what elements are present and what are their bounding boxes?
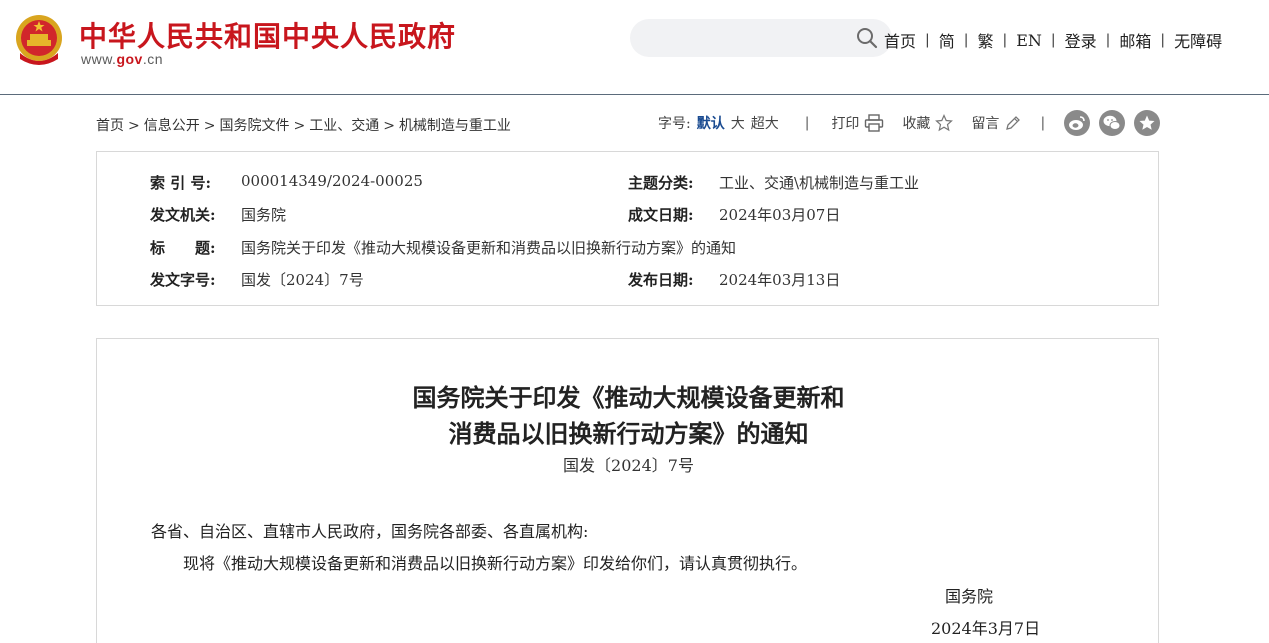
- nav-english[interactable]: EN: [1016, 31, 1042, 50]
- search-box: [630, 19, 892, 57]
- topic-value: 工业、交通\机械制造与重工业: [719, 174, 920, 192]
- top-nav: 首页 | 简 | 繁 | EN | 登录 | 邮箱 | 无障碍: [884, 28, 1222, 52]
- document-meta: 索 引 号: 000014349/2024-00025 主题分类: 工业、交通\…: [96, 151, 1159, 306]
- publish-date-label: 发布日期:: [628, 271, 694, 289]
- font-size-large[interactable]: 大: [731, 113, 745, 133]
- breadcrumb-info[interactable]: 信息公开: [144, 118, 200, 134]
- salutation: 各省、自治区、直辖市人民政府，国务院各部委、各直属机构:: [151, 522, 589, 541]
- site-title[interactable]: 中华人民共和国中央人民政府: [79, 15, 456, 55]
- site-header: 中华人民共和国中央人民政府 www.gov.cn 首页 | 简 | 繁 | EN…: [0, 0, 1269, 95]
- search-icon[interactable]: [856, 27, 878, 49]
- signer: 国务院: [945, 587, 994, 606]
- breadcrumb: 首页 > 信息公开 > 国务院文件 > 工业、交通 > 机械制造与重工业: [96, 115, 511, 135]
- topic-label: 主题分类:: [628, 174, 694, 192]
- favorite-button[interactable]: 收藏: [902, 113, 954, 133]
- comment-label: 留言: [971, 116, 1000, 132]
- nav-home[interactable]: 首页: [884, 28, 916, 52]
- font-size-xlarge[interactable]: 超大: [751, 113, 779, 133]
- nav-separator: |: [1105, 32, 1111, 48]
- publish-date-value: 2024年03月13日: [719, 271, 841, 289]
- breadcrumb-separator: >: [203, 118, 216, 134]
- breadcrumb-separator: >: [383, 118, 395, 134]
- title-label: 标 题:: [150, 239, 216, 257]
- nav-traditional[interactable]: 繁: [977, 28, 993, 52]
- national-emblem-icon[interactable]: [14, 13, 64, 67]
- doc-no-value: 国发〔2024〕7号: [241, 271, 364, 289]
- weibo-share-button[interactable]: [1064, 110, 1090, 136]
- nav-mail[interactable]: 邮箱: [1119, 28, 1151, 52]
- pencil-icon: [1006, 116, 1021, 130]
- url-prefix: www.: [81, 51, 117, 67]
- weibo-icon: [1069, 116, 1085, 130]
- font-size-label: 字号:: [658, 116, 691, 132]
- sign-date: 2024年3月7日: [931, 619, 1041, 638]
- favorite-star-icon: [1139, 115, 1155, 130]
- document-number: 国发〔2024〕7号: [563, 456, 694, 475]
- favorite-share-button[interactable]: [1134, 110, 1160, 136]
- breadcrumb-industry-transport[interactable]: 工业、交通: [309, 118, 379, 134]
- search-input[interactable]: [642, 25, 852, 51]
- site-url[interactable]: www.gov.cn: [81, 51, 163, 67]
- document-title-line2: 消费品以旧换新行动方案》的通知: [448, 419, 809, 448]
- tools-divider: |: [804, 115, 810, 131]
- written-date-label: 成文日期:: [628, 206, 694, 224]
- index-no-label: 索 引 号:: [150, 174, 211, 192]
- favorite-label: 收藏: [902, 116, 931, 132]
- url-suffix: .cn: [142, 51, 164, 67]
- wechat-icon: [1103, 115, 1121, 130]
- nav-separator: |: [1050, 32, 1056, 48]
- nav-separator: |: [1002, 32, 1008, 48]
- nav-simplified[interactable]: 简: [939, 28, 955, 52]
- body-paragraph: 现将《推动大规模设备更新和消费品以旧换新行动方案》印发给你们，请认真贯彻执行。: [183, 554, 808, 573]
- breadcrumb-state-council-docs[interactable]: 国务院文件: [219, 118, 289, 134]
- page-tools: 字号: 默认 大 超大 | 打印 收藏 留言 |: [658, 110, 1067, 136]
- print-button[interactable]: 打印: [831, 113, 884, 133]
- document-content: 国务院关于印发《推动大规模设备更新和 消费品以旧换新行动方案》的通知 国发〔20…: [96, 338, 1159, 643]
- nav-login[interactable]: 登录: [1065, 28, 1097, 52]
- index-no-value: 000014349/2024-00025: [241, 172, 423, 190]
- star-outline-icon: [935, 114, 954, 132]
- issuer-label: 发文机关:: [150, 206, 216, 224]
- doc-no-label: 发文字号:: [150, 271, 216, 289]
- document-title-line1: 国务院关于印发《推动大规模设备更新和: [412, 383, 845, 412]
- font-size-default[interactable]: 默认: [697, 113, 725, 133]
- document-title: 国务院关于印发《推动大规模设备更新和 消费品以旧换新行动方案》的通知: [97, 380, 1160, 452]
- title-value: 国务院关于印发《推动大规模设备更新和消费品以旧换新行动方案》的通知: [241, 239, 737, 257]
- nav-separator: |: [963, 32, 969, 48]
- breadcrumb-separator: >: [293, 118, 306, 134]
- nav-separator: |: [925, 32, 930, 48]
- breadcrumb-machinery[interactable]: 机械制造与重工业: [399, 118, 511, 134]
- nav-accessibility[interactable]: 无障碍: [1174, 28, 1222, 52]
- issuer-value: 国务院: [241, 206, 287, 224]
- breadcrumb-separator: >: [128, 118, 140, 134]
- wechat-share-button[interactable]: [1099, 110, 1125, 136]
- url-gov: gov: [116, 51, 143, 67]
- written-date-value: 2024年03月07日: [719, 206, 841, 224]
- comment-button[interactable]: 留言: [971, 113, 1022, 133]
- breadcrumb-home[interactable]: 首页: [96, 118, 124, 134]
- tools-divider: |: [1040, 115, 1046, 131]
- nav-separator: |: [1160, 32, 1166, 48]
- print-label: 打印: [831, 116, 860, 132]
- printer-icon: [865, 114, 884, 132]
